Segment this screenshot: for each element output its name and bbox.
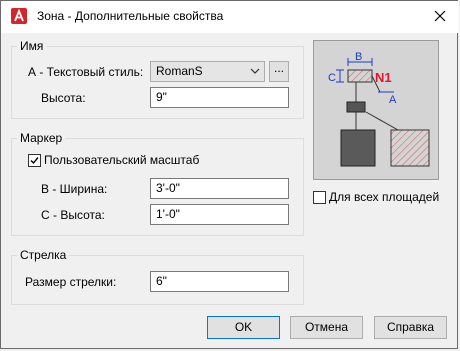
n1-label: N1 [375,70,392,85]
preview-diagram: B C N1 A [328,51,430,167]
close-icon [434,10,446,22]
arrow-group-title: Стрелка [17,248,70,262]
preview-panel: B C N1 A [313,40,439,180]
height-label: Высота: [41,91,86,105]
marker-group-title: Маркер [17,131,66,145]
text-style-select[interactable]: RomanS [150,61,265,82]
marker-width-label: В - Ширина: [41,182,108,196]
help-button[interactable]: Справка [374,316,447,339]
checkmark-icon [30,157,39,165]
autocad-icon [11,8,27,24]
custom-scale-label[interactable]: Пользовательский масштаб [44,153,199,167]
browse-button[interactable]: ... [269,61,289,82]
marker-height-input[interactable]: 1'-0" [150,204,289,225]
custom-scale-checkbox[interactable] [28,154,41,167]
arrow-size-label: Размер стрелки: [25,275,117,289]
text-style-value: RomanS [156,64,203,78]
ok-button[interactable]: OK [207,316,280,339]
close-button[interactable] [425,3,455,29]
dim-c-label: C [328,72,336,84]
text-style-label: А - Текстовый стиль: [28,65,144,79]
window-title: Зона - Дополнительные свойства [37,9,224,23]
cancel-button[interactable]: Отмена [290,316,363,339]
dim-b-label: B [355,51,362,63]
chevron-down-icon [250,68,260,74]
all-areas-checkbox[interactable] [313,191,326,204]
dialog-window: Зона - Дополнительные свойства Имя А - Т… [0,0,459,349]
title-bar: Зона - Дополнительные свойства [1,1,459,33]
dim-a-label: A [389,94,397,106]
marker-height-label: С - Высота: [41,208,105,222]
height-input[interactable]: 9" [150,87,289,108]
all-areas-label[interactable]: Для всех площадей [329,190,439,204]
arrow-size-input[interactable]: 6" [150,271,289,292]
name-group [11,46,304,119]
marker-width-input[interactable]: 3'-0" [150,178,289,199]
name-group-title: Имя [17,39,47,53]
